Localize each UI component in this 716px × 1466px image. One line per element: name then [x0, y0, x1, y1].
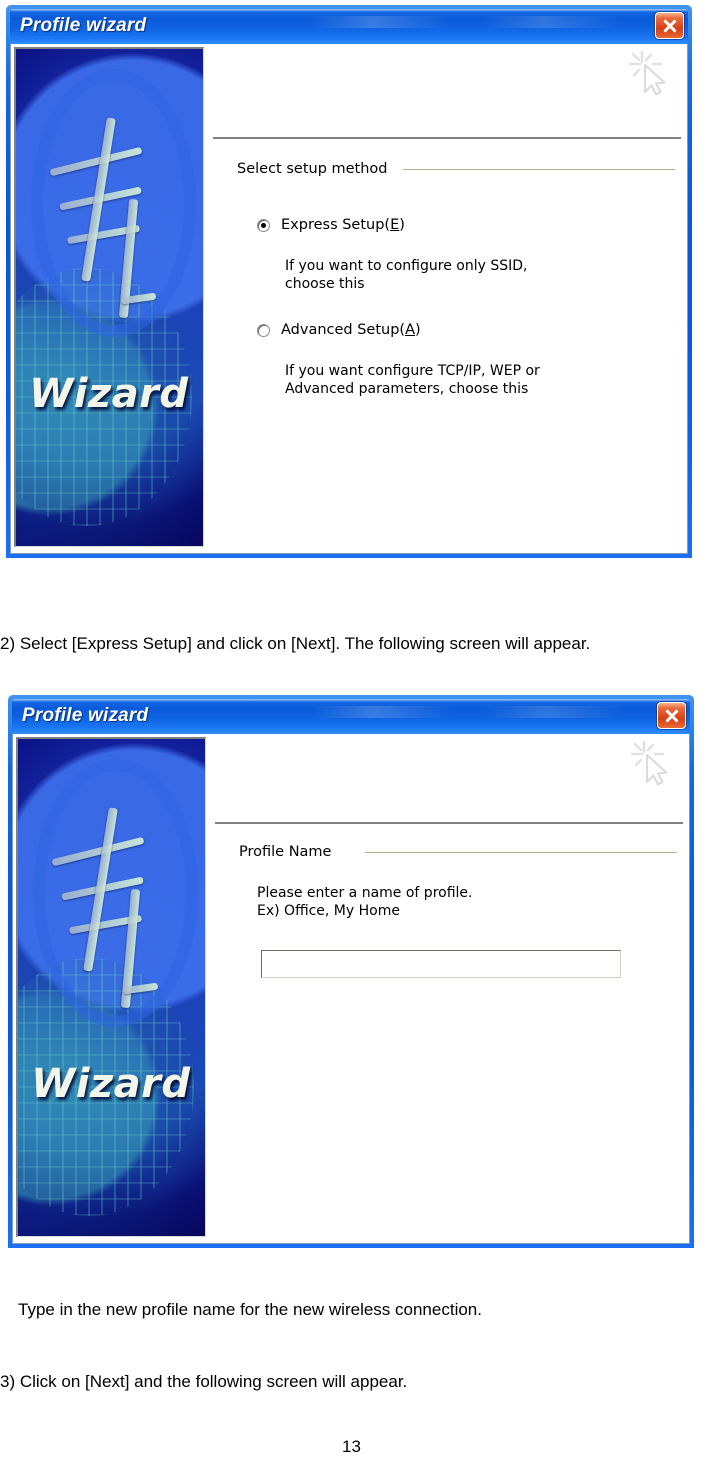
radio-express-setup[interactable]: Express Setup(E) [257, 217, 405, 233]
close-icon[interactable] [655, 12, 684, 39]
dialog1-wizard-banner: Wizard [14, 47, 204, 547]
close-icon[interactable] [657, 702, 686, 729]
dialog2-header-rule [215, 822, 683, 824]
dialog1-title: Profile wizard [20, 15, 147, 36]
cursor-sparkle-icon [625, 48, 677, 96]
dialog2-title: Profile wizard [22, 705, 149, 726]
titlebar-highlight [310, 16, 622, 28]
dialog1-banner-text: Wizard [29, 370, 189, 417]
step-3-caption: 3) Click on [Next] and the following scr… [0, 1372, 408, 1391]
dialog1-header-rule [213, 137, 681, 139]
banner-brushstroke-graphic [48, 789, 183, 1018]
dialog1-body: Wizard Select setup method Express Setup… [10, 44, 688, 554]
advanced-setup-description: If you want configure TCP/IP, WEP or Adv… [285, 363, 540, 397]
dialog2-body: Wizard Profile Name Please enter a name … [12, 734, 690, 1244]
radio-advanced-setup-label: Advanced Setup(A) [281, 322, 421, 338]
cursor-sparkle-icon [627, 738, 679, 786]
dialog1-group-rule [403, 169, 675, 170]
dialog2-group-rule [365, 852, 677, 853]
dialog1-titlebar[interactable]: Profile wizard [10, 9, 688, 44]
profile-wizard-dialog-1: Profile wizard Wizard Select setup metho… [6, 5, 692, 558]
dialog2-content-pane: Profile Name Please enter a name of prof… [209, 734, 689, 1243]
page-number: 13 [342, 1437, 361, 1456]
dialog1-group-label: Select setup method [237, 161, 388, 177]
dialog2-banner-text: Wizard [31, 1060, 191, 1107]
profile-name-hint-caption: Type in the new profile name for the new… [18, 1300, 482, 1319]
profile-name-instruction: Please enter a name of profile. Ex) Offi… [257, 885, 473, 919]
dialog2-titlebar[interactable]: Profile wizard [12, 699, 690, 734]
radio-advanced-setup[interactable]: Advanced Setup(A) [257, 322, 421, 338]
express-setup-description: If you want to configure only SSID, choo… [285, 258, 528, 292]
dialog1-content-pane: Select setup method Express Setup(E) If … [207, 44, 687, 553]
profile-name-input[interactable] [261, 950, 621, 978]
titlebar-highlight [312, 706, 624, 718]
radio-express-setup-indicator[interactable] [257, 218, 270, 232]
dialog2-wizard-banner: Wizard [16, 737, 206, 1237]
radio-advanced-setup-indicator[interactable] [257, 323, 270, 337]
radio-express-setup-label: Express Setup(E) [281, 217, 405, 233]
step-2-caption: 2) Select [Express Setup] and click on [… [0, 634, 591, 653]
profile-wizard-dialog-2: Profile wizard Wizard Profile Name Pleas… [8, 695, 694, 1248]
dialog2-group-label: Profile Name [239, 844, 332, 860]
banner-brushstroke-graphic [46, 99, 181, 328]
